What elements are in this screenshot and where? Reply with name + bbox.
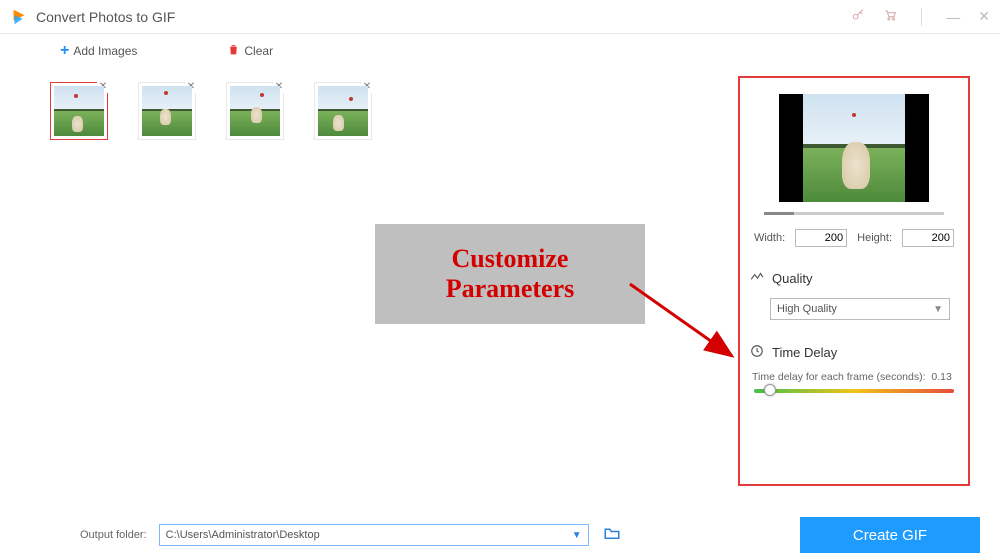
width-label: Width: [754, 232, 785, 244]
thumbnail[interactable]: ✕ [138, 82, 196, 140]
thumbnail[interactable]: ✕ [226, 82, 284, 140]
clear-button[interactable]: Clear [227, 43, 273, 59]
clear-label: Clear [244, 44, 273, 58]
quality-value: High Quality [777, 303, 837, 315]
thumb-image [54, 86, 104, 136]
annotation-line1: Customize [452, 244, 569, 274]
parameters-panel: Width: Height: Quality High Quality ▼ [738, 76, 970, 486]
create-gif-label: Create GIF [853, 527, 927, 544]
chevron-down-icon: ▼ [572, 530, 582, 541]
output-folder-input[interactable]: C:\Users\Administrator\Desktop ▼ [159, 524, 589, 546]
output-folder-label: Output folder: [80, 529, 147, 541]
thumbnail[interactable]: ✕ [314, 82, 372, 140]
quality-icon [750, 271, 764, 286]
titlebar: Convert Photos to GIF — ✕ [0, 0, 1000, 34]
app-logo-icon [10, 8, 28, 26]
clock-icon [750, 344, 764, 361]
footer: Output folder: C:\Users\Administrator\De… [20, 516, 980, 554]
add-images-button[interactable]: + Add Images [60, 43, 137, 59]
quality-label: Quality [772, 271, 812, 286]
browse-folder-button[interactable] [603, 525, 621, 546]
toolbar: + Add Images Clear [0, 34, 1000, 64]
time-delay-label: Time Delay [772, 345, 837, 360]
thumbnail[interactable]: ✕ [50, 82, 108, 140]
plus-icon: + [60, 43, 69, 59]
height-label: Height: [857, 232, 892, 244]
preview-image [779, 94, 929, 202]
cart-icon[interactable] [883, 8, 897, 25]
height-input[interactable] [902, 229, 954, 247]
width-input[interactable] [795, 229, 847, 247]
thumb-image [318, 86, 368, 136]
annotation-box: Customize Parameters [375, 224, 645, 324]
trash-icon [227, 43, 240, 59]
time-delay-text: Time delay for each frame (seconds): 0.1… [752, 371, 958, 383]
minimize-button[interactable]: — [946, 9, 960, 25]
close-button[interactable]: ✕ [978, 8, 990, 25]
create-gif-button[interactable]: Create GIF [800, 517, 980, 553]
thumb-image [142, 86, 192, 136]
key-icon[interactable] [851, 8, 865, 25]
add-images-label: Add Images [73, 44, 137, 58]
time-delay-slider[interactable] [754, 389, 954, 393]
app-title: Convert Photos to GIF [36, 9, 175, 25]
quality-select[interactable]: High Quality ▼ [770, 298, 950, 320]
thumb-image [230, 86, 280, 136]
chevron-down-icon: ▼ [933, 304, 943, 315]
slider-thumb[interactable] [764, 384, 776, 396]
main-area: ✕✕✕✕ Customize Parameters Width: Hei [20, 64, 980, 510]
preview-progress[interactable] [764, 212, 944, 215]
output-folder-path: C:\Users\Administrator\Desktop [166, 529, 320, 541]
annotation-line2: Parameters [446, 274, 574, 304]
